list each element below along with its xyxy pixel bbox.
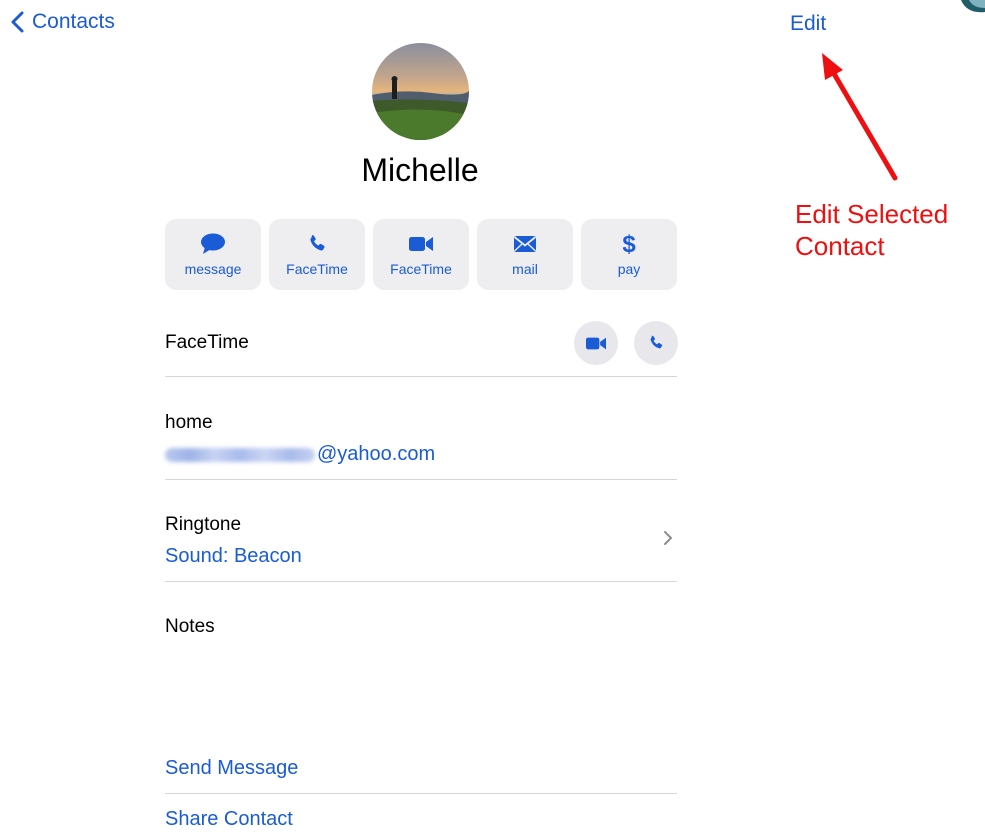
video-camera-icon [408, 233, 434, 255]
mail-action-button[interactable]: mail [477, 219, 573, 290]
message-action-button[interactable]: message [165, 219, 261, 290]
pay-action-button[interactable]: $ pay [581, 219, 677, 290]
ringtone-label: Ringtone [165, 514, 242, 535]
facetime-video-button[interactable] [574, 321, 618, 365]
share-contact-link[interactable]: Share Contact [165, 808, 677, 831]
message-bubble-icon [200, 233, 226, 255]
separator [165, 581, 677, 582]
ringtone-value[interactable]: Sound: Beacon [165, 545, 677, 568]
phone-icon [650, 335, 663, 349]
action-label: message [184, 260, 242, 277]
partial-window-icon [947, 0, 985, 16]
annotation-line-1: Edit Selected [795, 199, 949, 229]
dollar-icon: $ [621, 231, 637, 257]
chevron-left-icon [11, 11, 24, 33]
email-domain: @yahoo.com [317, 443, 436, 465]
video-camera-icon [586, 337, 606, 349]
facetime-audio-button[interactable] [634, 321, 678, 365]
phone-icon [306, 233, 328, 255]
send-message-link[interactable]: Send Message [165, 757, 677, 780]
back-button-label: Contacts [32, 10, 115, 33]
action-label: mail [512, 260, 538, 277]
annotation-line-2: Contact [795, 231, 885, 261]
annotation-text: Edit Selected Contact [795, 198, 948, 262]
chevron-right-icon[interactable] [663, 530, 673, 546]
separator [165, 479, 677, 480]
email-value-link[interactable]: @yahoo.com [165, 443, 677, 466]
svg-text:$: $ [622, 231, 636, 257]
action-label: FaceTime [286, 260, 348, 277]
separator [165, 376, 677, 377]
action-label: pay [617, 260, 641, 277]
redacted-blur [165, 447, 315, 462]
edit-contact-button[interactable]: Edit [790, 12, 826, 36]
action-label: FaceTime [390, 260, 452, 277]
contact-avatar [372, 43, 469, 140]
notes-label[interactable]: Notes [165, 616, 677, 638]
back-to-contacts-button[interactable]: Contacts [10, 10, 115, 34]
facetime-row-buttons [574, 321, 678, 365]
facetime-audio-action-button[interactable]: FaceTime [269, 219, 365, 290]
facetime-video-action-button[interactable]: FaceTime [373, 219, 469, 290]
email-label: home [165, 412, 213, 433]
quick-actions-bar: message FaceTime FaceTime mail $ pay [165, 219, 677, 290]
separator [165, 793, 677, 794]
envelope-icon [513, 233, 537, 255]
contact-name: Michelle [361, 152, 479, 188]
